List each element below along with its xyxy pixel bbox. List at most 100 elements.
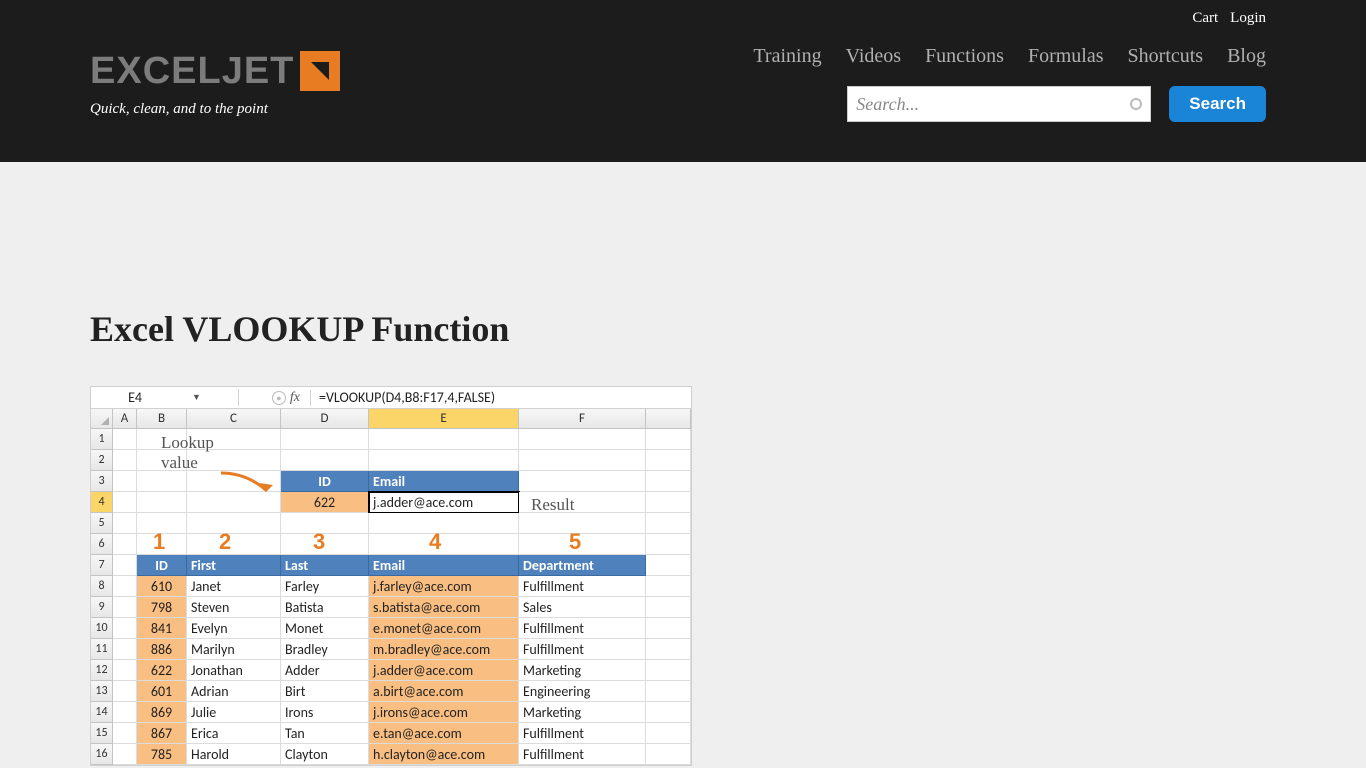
cell-last[interactable]: Birt bbox=[281, 681, 369, 702]
row-header[interactable]: 13 bbox=[91, 681, 113, 702]
row-header[interactable]: 10 bbox=[91, 618, 113, 639]
col-header-b[interactable]: B bbox=[137, 409, 187, 429]
row-header[interactable]: 3 bbox=[91, 471, 113, 492]
table-header-last: Last bbox=[281, 555, 369, 576]
cell-last[interactable]: Tan bbox=[281, 723, 369, 744]
col-header-a[interactable]: A bbox=[113, 409, 137, 429]
cell-dept[interactable]: Fulfillment bbox=[519, 618, 646, 639]
search-button[interactable]: Search bbox=[1169, 86, 1266, 122]
table-row: 16 785 Harold Clayton h.clayton@ace.com … bbox=[91, 744, 691, 765]
cell-last[interactable]: Adder bbox=[281, 660, 369, 681]
cart-link[interactable]: Cart bbox=[1192, 10, 1218, 27]
cell-last[interactable]: Monet bbox=[281, 618, 369, 639]
cell-last[interactable]: Irons bbox=[281, 702, 369, 723]
row-header[interactable]: 11 bbox=[91, 639, 113, 660]
formula-text[interactable]: =VLOOKUP(D4,B8:F17,4,FALSE) bbox=[311, 389, 495, 406]
formula-bar: E4 ▼ ● fx =VLOOKUP(D4,B8:F17,4,FALSE) bbox=[91, 387, 691, 409]
cell-first[interactable]: Julie bbox=[187, 702, 281, 723]
cell-dept[interactable]: Marketing bbox=[519, 660, 646, 681]
cell-id[interactable]: 867 bbox=[137, 723, 187, 744]
cell-dept[interactable]: Marketing bbox=[519, 702, 646, 723]
row-header[interactable]: 4 bbox=[91, 492, 113, 513]
nav-training[interactable]: Training bbox=[753, 45, 821, 68]
lookup-header-email: Email bbox=[369, 471, 519, 492]
cell-dept[interactable]: Sales bbox=[519, 597, 646, 618]
cell-dept[interactable]: Fulfillment bbox=[519, 639, 646, 660]
nav-blog[interactable]: Blog bbox=[1227, 45, 1266, 68]
cell-dept[interactable]: Fulfillment bbox=[519, 723, 646, 744]
row-header[interactable]: 16 bbox=[91, 744, 113, 765]
cell-dept[interactable]: Fulfillment bbox=[519, 576, 646, 597]
caret-down-icon: ▼ bbox=[192, 392, 201, 403]
table-row: 15 867 Erica Tan e.tan@ace.com Fulfillme… bbox=[91, 723, 691, 744]
cell-email[interactable]: e.monet@ace.com bbox=[369, 618, 519, 639]
cell-last[interactable]: Farley bbox=[281, 576, 369, 597]
cell-id[interactable]: 886 bbox=[137, 639, 187, 660]
site-header: Cart Login EXCELJET Quick, clean, and to… bbox=[0, 0, 1366, 162]
cell-id[interactable]: 622 bbox=[137, 660, 187, 681]
row-header[interactable]: 5 bbox=[91, 513, 113, 534]
row-header[interactable]: 6 bbox=[91, 534, 113, 555]
row-header[interactable]: 7 bbox=[91, 555, 113, 576]
cell-dept[interactable]: Fulfillment bbox=[519, 744, 646, 765]
cell-last[interactable]: Batista bbox=[281, 597, 369, 618]
cell-last[interactable]: Clayton bbox=[281, 744, 369, 765]
row-header[interactable]: 12 bbox=[91, 660, 113, 681]
cell-email[interactable]: s.batista@ace.com bbox=[369, 597, 519, 618]
cell-id[interactable]: 841 bbox=[137, 618, 187, 639]
cell-first[interactable]: Jonathan bbox=[187, 660, 281, 681]
cell-first[interactable]: Steven bbox=[187, 597, 281, 618]
nav-functions[interactable]: Functions bbox=[925, 45, 1004, 68]
cell-email[interactable]: j.irons@ace.com bbox=[369, 702, 519, 723]
cell-id[interactable]: 798 bbox=[137, 597, 187, 618]
cell-email[interactable]: j.farley@ace.com bbox=[369, 576, 519, 597]
row-header[interactable]: 1 bbox=[91, 429, 113, 450]
col-header-c[interactable]: C bbox=[187, 409, 281, 429]
col-header-e[interactable]: E bbox=[369, 409, 519, 429]
cell-email[interactable]: h.clayton@ace.com bbox=[369, 744, 519, 765]
fx-icon[interactable]: ● fx bbox=[239, 390, 311, 406]
cell-id[interactable]: 610 bbox=[137, 576, 187, 597]
cell-email[interactable]: e.tan@ace.com bbox=[369, 723, 519, 744]
nav-formulas[interactable]: Formulas bbox=[1028, 45, 1104, 68]
cell-first[interactable]: Adrian bbox=[187, 681, 281, 702]
col-header-d[interactable]: D bbox=[281, 409, 369, 429]
table-header-dept: Department bbox=[519, 555, 646, 576]
search-input[interactable] bbox=[856, 94, 1130, 115]
row-header[interactable]: 15 bbox=[91, 723, 113, 744]
cell-first[interactable]: Harold bbox=[187, 744, 281, 765]
row-header[interactable]: 14 bbox=[91, 702, 113, 723]
login-link[interactable]: Login bbox=[1230, 10, 1266, 27]
cell-dept[interactable]: Engineering bbox=[519, 681, 646, 702]
nav-shortcuts[interactable]: Shortcuts bbox=[1128, 45, 1204, 68]
cell-email[interactable]: m.bradley@ace.com bbox=[369, 639, 519, 660]
cell-id[interactable]: 601 bbox=[137, 681, 187, 702]
active-cell-ref: E4 bbox=[128, 389, 142, 406]
row-header[interactable]: 8 bbox=[91, 576, 113, 597]
cell-first[interactable]: Evelyn bbox=[187, 618, 281, 639]
cell-id[interactable]: 785 bbox=[137, 744, 187, 765]
cell-last[interactable]: Bradley bbox=[281, 639, 369, 660]
row-header[interactable]: 9 bbox=[91, 597, 113, 618]
logo-block[interactable]: EXCELJET Quick, clean, and to the point bbox=[90, 50, 340, 118]
logo-mark-icon bbox=[300, 51, 340, 91]
page-title: Excel VLOOKUP Function bbox=[90, 308, 1276, 350]
clear-icon[interactable] bbox=[1130, 98, 1142, 110]
cell-email[interactable]: a.birt@ace.com bbox=[369, 681, 519, 702]
cell-first[interactable]: Erica bbox=[187, 723, 281, 744]
cell-email[interactable]: j.adder@ace.com bbox=[369, 660, 519, 681]
table-header-first: First bbox=[187, 555, 281, 576]
row-header[interactable]: 2 bbox=[91, 450, 113, 471]
name-box[interactable]: E4 ▼ bbox=[91, 389, 239, 406]
col-header-blank[interactable] bbox=[646, 409, 691, 429]
nav-videos[interactable]: Videos bbox=[846, 45, 901, 68]
cell-id[interactable]: 869 bbox=[137, 702, 187, 723]
cell-first[interactable]: Janet bbox=[187, 576, 281, 597]
col-header-f[interactable]: F bbox=[519, 409, 646, 429]
lookup-id-cell[interactable]: 622 bbox=[281, 492, 369, 513]
cell-first[interactable]: Marilyn bbox=[187, 639, 281, 660]
select-all-corner[interactable] bbox=[91, 409, 113, 429]
search-box[interactable] bbox=[847, 86, 1151, 122]
main-nav: Training Videos Functions Formulas Short… bbox=[753, 45, 1266, 68]
lookup-result-cell[interactable]: j.adder@ace.com bbox=[369, 492, 519, 513]
